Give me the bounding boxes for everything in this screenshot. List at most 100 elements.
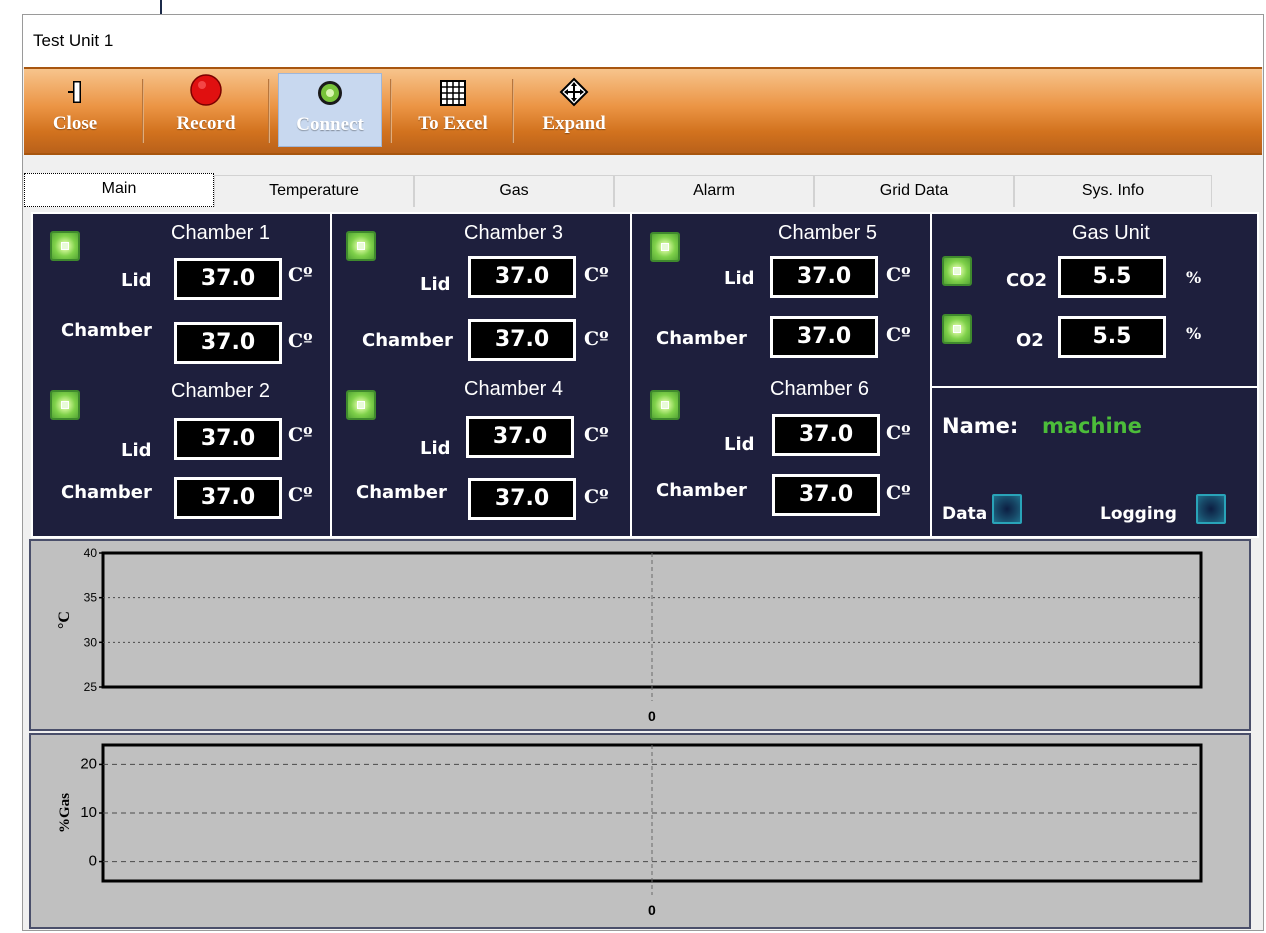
machine-name: machine [1042,414,1142,438]
chamber-5-chamber-value: 37.0 [770,316,878,358]
gas-chart: 0 0 10 20 %Gas [29,733,1251,929]
expand-arrows-icon [559,73,589,107]
tab-grid-data[interactable]: Grid Data [814,175,1014,207]
chamber-2-chamber-value: 37.0 [174,477,282,519]
chamber-6-chamber-label: Chamber [656,480,747,501]
red-record-icon [188,73,224,107]
x-tick-label: 0 [648,902,656,918]
y-tick-label: 40 [84,546,98,560]
chamber-column-1: Chamber 1 Lid 37.0 Cº Chamber 37.0 Cº Ch… [33,214,332,536]
tab-alarm[interactable]: Alarm [614,175,814,207]
co2-label: CO2 [1006,270,1048,291]
chamber-4-title: Chamber 4 [464,378,563,400]
y-tick-label: 10 [80,804,97,821]
app-root: Test Unit 1 Close Record Connect To Exce… [0,0,1266,933]
green-connect-icon [315,74,345,108]
gas-unit-column: Gas Unit CO2 5.5 % O2 5.5 % Name: machin… [932,214,1257,536]
y-tick-label: 25 [84,680,98,694]
chamber-1-chamber-unit: Cº [288,330,313,352]
chamber-3-lid-label: Lid [420,274,451,295]
chamber-2-lid-value: 37.0 [174,418,282,460]
chamber-5-lid-label: Lid [724,268,755,289]
chamber-6-lid-label: Lid [724,434,755,455]
chamber-1-status-led [50,231,80,261]
y-axis-label: °C [56,611,73,629]
y-axis-label: %Gas [57,793,73,833]
chamber-1-chamber-value: 37.0 [174,322,282,364]
title-bar: Test Unit 1 [23,15,1263,67]
logging-label: Logging [1100,504,1177,524]
chamber-5-chamber-unit: Cº [886,324,911,346]
y-tick-label: 30 [84,635,98,649]
chamber-2-status-led [50,390,80,420]
grid-table-icon [439,73,467,107]
chamber-4-status-led [346,390,376,420]
chamber-3-chamber-label: Chamber [362,330,453,351]
chamber-4-chamber-label: Chamber [356,482,447,503]
toolbar-separator [390,79,392,143]
chamber-5-status-led [650,232,680,262]
chamber-2-lid-label: Lid [121,440,152,461]
chamber-2-lid-unit: Cº [288,424,313,446]
connect-button[interactable]: Connect [278,73,382,147]
co2-value: 5.5 [1058,256,1166,298]
y-tick-label: 0 [89,853,97,870]
y-tick-label: 35 [84,591,98,605]
co2-unit: % [1186,268,1202,287]
name-label: Name: [942,414,1019,438]
close-button[interactable]: Close [32,73,118,147]
chamber-5-lid-unit: Cº [886,264,911,286]
chamber-column-2: Chamber 3 Lid 37.0 Cº Chamber 37.0 Cº Ch… [332,214,632,536]
chamber-2-title: Chamber 2 [171,380,270,402]
tab-gas[interactable]: Gas [414,175,614,207]
chamber-6-title: Chamber 6 [770,378,869,400]
gas-chart-svg: 0 0 10 20 %Gas [57,743,1203,918]
chamber-6-status-led [650,390,680,420]
chamber-6-chamber-unit: Cº [886,482,911,504]
toolbar: Close Record Connect To Excel Expand [24,67,1262,155]
chamber-1-chamber-label: Chamber [61,320,152,341]
chamber-5-chamber-label: Chamber [656,328,747,349]
temperature-chart: 0 25 30 35 40 °C [29,539,1251,731]
chamber-1-lid-label: Lid [121,270,152,291]
expand-button[interactable]: Expand [522,73,626,147]
o2-label: O2 [1016,330,1044,351]
chamber-4-lid-value: 37.0 [466,416,574,458]
o2-value: 5.5 [1058,316,1166,358]
record-label: Record [176,113,236,134]
record-button[interactable]: Record [154,73,258,147]
data-label: Data [942,504,988,524]
connect-label: Connect [296,114,364,135]
tab-main[interactable]: Main [24,173,214,207]
chamber-column-3: Chamber 5 Lid 37.0 Cº Chamber 37.0 Cº Ch… [632,214,932,536]
chamber-1-lid-value: 37.0 [174,258,282,300]
to-excel-button[interactable]: To Excel [400,73,506,147]
chamber-3-chamber-value: 37.0 [468,319,576,361]
logging-indicator [1196,494,1226,524]
temperature-chart-svg: 0 25 30 35 40 °C [56,546,1203,724]
to-excel-label: To Excel [418,113,488,134]
tab-temperature[interactable]: Temperature [214,175,414,207]
chamber-4-chamber-value: 37.0 [468,478,576,520]
chamber-1-lid-unit: Cº [288,264,313,286]
chamber-1-title: Chamber 1 [171,222,270,244]
x-tick-label: 0 [648,708,656,724]
chamber-3-lid-unit: Cº [584,264,609,286]
y-tick-label: 20 [80,755,97,772]
close-label: Close [52,113,98,134]
expand-label: Expand [542,113,606,134]
door-exit-icon [65,73,85,107]
tab-strip: Main Temperature Gas Alarm Grid Data Sys… [24,173,1262,207]
toolbar-separator [512,79,514,143]
chamber-3-lid-value: 37.0 [468,256,576,298]
data-indicator [992,494,1022,524]
chamber-5-lid-value: 37.0 [770,256,878,298]
window-title: Test Unit 1 [33,31,114,50]
chamber-2-chamber-label: Chamber [61,482,152,503]
chamber-3-title: Chamber 3 [464,222,563,244]
co2-status-led [942,256,972,286]
tab-sys-info[interactable]: Sys. Info [1014,175,1212,207]
status-panel: Chamber 1 Lid 37.0 Cº Chamber 37.0 Cº Ch… [31,212,1259,538]
toolbar-separator [268,79,270,143]
chamber-6-chamber-value: 37.0 [772,474,880,516]
